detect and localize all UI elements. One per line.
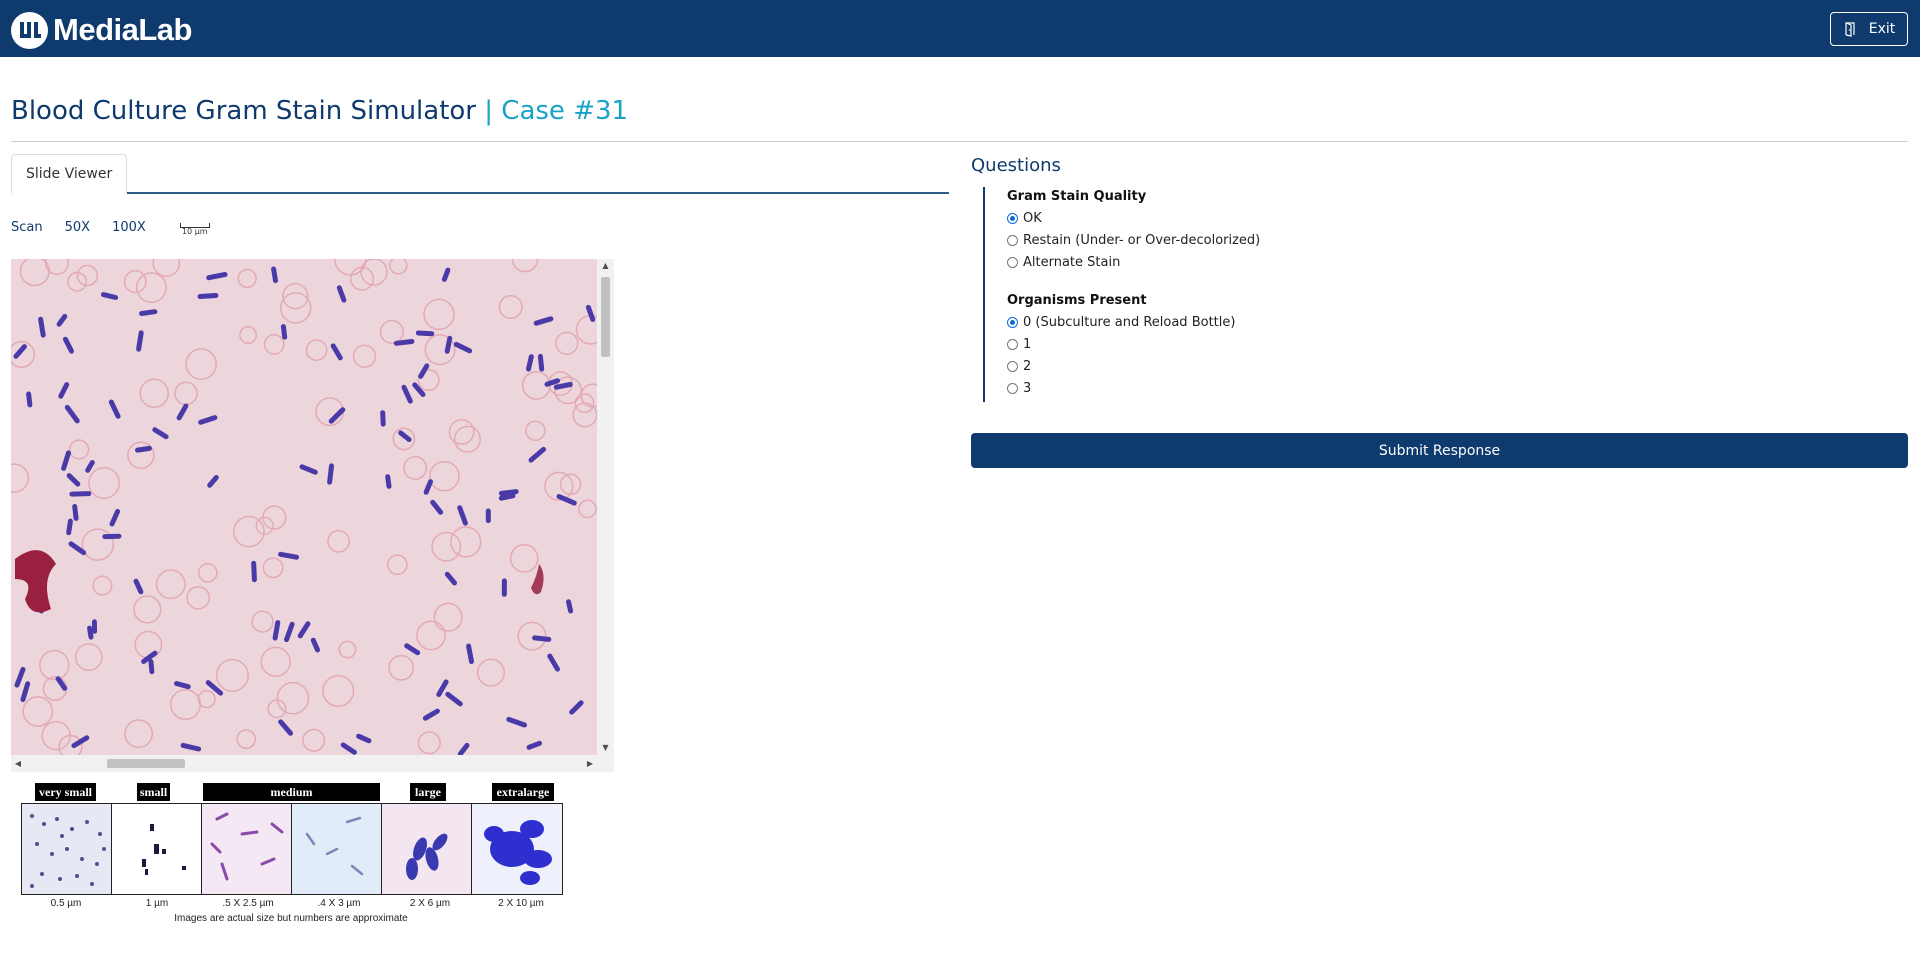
option-organisms-0[interactable]: 0 (Subculture and Reload Bottle) [1007, 311, 1908, 333]
option-label: 2 [1023, 358, 1032, 374]
vertical-scroll-thumb[interactable] [601, 277, 610, 357]
horizontal-scrollbar[interactable]: ◀ ▶ [11, 755, 614, 772]
radio-ok[interactable] [1007, 212, 1018, 224]
legend-header-very-small: very small [35, 783, 96, 801]
scale-bar: 10 µm [179, 223, 210, 236]
questions-heading: Questions [971, 155, 1061, 176]
legend-header-small: small [137, 783, 170, 801]
option-label: 0 (Subculture and Reload Bottle) [1023, 314, 1236, 330]
legend-header-extralarge: extralarge [492, 783, 554, 801]
legend-caption-5: 2 X 6 µm [409, 898, 451, 909]
legend-caption-1: 0.5 µm [50, 898, 82, 909]
scroll-right-arrow[interactable]: ▶ [583, 755, 597, 772]
option-organisms-3[interactable]: 3 [1007, 377, 1908, 399]
legend-caption-2: 1 µm [145, 898, 169, 909]
submit-response-button[interactable]: Submit Response [971, 433, 1908, 468]
legend-tile-medium-1 [202, 804, 292, 894]
radio-organisms-0[interactable] [1007, 316, 1018, 328]
question-gram-stain-quality-title: Gram Stain Quality [1007, 189, 1147, 204]
option-label: 1 [1023, 336, 1032, 352]
question-organisms-present-title: Organisms Present [1007, 293, 1147, 308]
page-title-main: Blood Culture Gram Stain Simulator [11, 96, 476, 126]
option-organisms-1[interactable]: 1 [1007, 333, 1908, 355]
radio-restain[interactable] [1007, 234, 1018, 246]
zoom-controls: Scan 50X 100X 10 µm [11, 219, 210, 236]
legend-caption-3: .5 X 2.5 µm [222, 898, 274, 909]
legend-caption-6: 2 X 10 µm [498, 898, 544, 909]
slide-viewer[interactable]: ▲ ▼ ◀ ▶ [11, 259, 614, 772]
title-separator: | [484, 96, 494, 126]
scroll-down-arrow[interactable]: ▼ [597, 741, 614, 755]
exit-door-icon [1845, 22, 1855, 37]
legend-header-large: large [410, 783, 446, 801]
organism-size-legend: very small small medium large extralarge [21, 783, 563, 928]
radio-organisms-2[interactable] [1007, 360, 1018, 372]
legend-tiles [21, 803, 563, 895]
zoom-100x-button[interactable]: 100X [112, 220, 146, 235]
top-navbar: MediaLab Exit [0, 0, 1920, 57]
radio-organisms-3[interactable] [1007, 382, 1018, 394]
medialab-logo[interactable]: MediaLab [11, 11, 192, 49]
viewer-tabs: Slide Viewer [11, 154, 949, 194]
title-divider [11, 141, 1908, 142]
questions-box: Gram Stain Quality OK Restain (Under- or… [983, 187, 1908, 402]
option-label: 3 [1023, 380, 1032, 396]
exit-button[interactable]: Exit [1830, 12, 1908, 46]
option-label: OK [1023, 210, 1042, 226]
vertical-scrollbar[interactable]: ▲ ▼ [597, 259, 614, 755]
questions-panel: Questions Gram Stain Quality OK Restain … [971, 155, 1908, 402]
option-label: Alternate Stain [1023, 254, 1121, 270]
legend-tile-extralarge [472, 804, 562, 894]
legend-note: Images are actual size but numbers are a… [174, 913, 408, 924]
zoom-scan-button[interactable]: Scan [11, 220, 43, 235]
medialab-logo-icon [11, 11, 48, 49]
legend-tile-medium-2 [292, 804, 382, 894]
case-number: Case #31 [501, 96, 629, 126]
exit-label: Exit [1868, 21, 1896, 37]
scroll-up-arrow[interactable]: ▲ [597, 259, 614, 273]
legend-header-medium: medium [203, 783, 380, 801]
legend-tile-very-small [22, 804, 112, 894]
zoom-50x-button[interactable]: 50X [65, 220, 90, 235]
option-ok[interactable]: OK [1007, 207, 1908, 229]
legend-tile-large [382, 804, 472, 894]
option-organisms-2[interactable]: 2 [1007, 355, 1908, 377]
microscope-slide-image [11, 259, 597, 755]
legend-caption-4: .4 X 3 µm [317, 898, 361, 909]
radio-organisms-1[interactable] [1007, 338, 1018, 350]
scale-bar-label: 10 µm [181, 227, 208, 236]
option-label: Restain (Under- or Over-decolorized) [1023, 232, 1261, 248]
logo-text: MediaLab [53, 12, 192, 47]
scroll-left-arrow[interactable]: ◀ [11, 755, 25, 772]
horizontal-scroll-thumb[interactable] [107, 759, 185, 768]
page-title: Blood Culture Gram Stain Simulator | Cas… [11, 96, 628, 126]
radio-alternate-stain[interactable] [1007, 256, 1018, 268]
option-alternate-stain[interactable]: Alternate Stain [1007, 251, 1908, 273]
tab-slide-viewer[interactable]: Slide Viewer [11, 154, 128, 194]
legend-tile-small [112, 804, 202, 894]
option-restain[interactable]: Restain (Under- or Over-decolorized) [1007, 229, 1908, 251]
